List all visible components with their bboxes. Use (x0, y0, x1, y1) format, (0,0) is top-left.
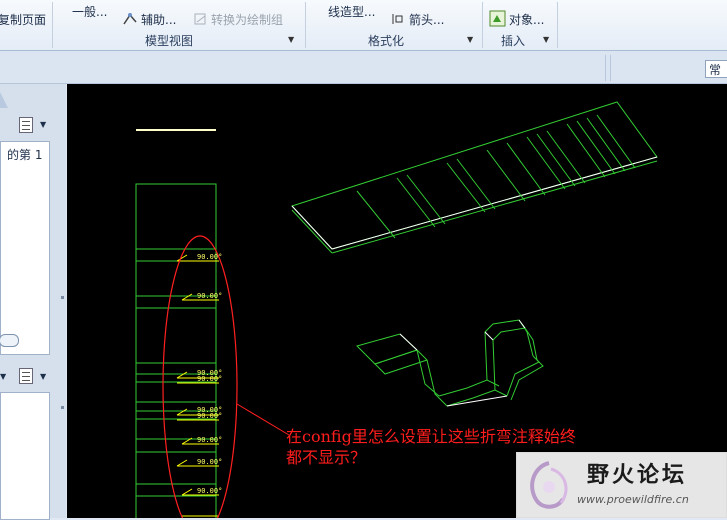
pane-tab-icon (0, 92, 8, 108)
watermark-url: www.proewildfire.cn (577, 493, 689, 506)
left-pane: ▼ 的第 1 ▼ ▼ (0, 84, 66, 520)
isometric-flat-plate (291, 101, 658, 254)
page-label: 的第 1 (7, 148, 43, 162)
convert-draft-group-icon (193, 12, 209, 29)
object-button[interactable]: 对象... (509, 11, 544, 28)
bend-dim-label: 90.00° (197, 487, 222, 495)
convert-draft-group-button[interactable]: 转换为绘制组 (211, 11, 283, 28)
bend-dim-label: 90.00° (197, 412, 222, 420)
layer-panel (0, 392, 50, 520)
splitter-grip[interactable] (61, 406, 64, 409)
bend-dim-label: 90.00° (197, 436, 222, 444)
list-dropdown-icon[interactable]: ▼ (0, 372, 6, 381)
forum-logo-icon (530, 461, 568, 509)
general-button[interactable]: 一般... (72, 3, 107, 20)
print-page-button[interactable]: 复制页面 (0, 11, 46, 28)
horizontal-scrollbar[interactable] (0, 334, 19, 347)
insert-expand-icon[interactable]: ▼ (543, 35, 549, 44)
bend-dim-label: 90.00° (197, 375, 222, 383)
list-dropdown-icon[interactable]: ▼ (40, 120, 46, 129)
ribbon-separator (482, 2, 483, 48)
ribbon-separator (305, 2, 306, 48)
isometric-bent-part (356, 319, 544, 407)
model-tree-panel: 的第 1 (0, 141, 50, 355)
list-view-icon[interactable] (19, 117, 33, 133)
arrow-icon (390, 12, 406, 29)
bend-dimension-labels: 90.00° 90.00° 90.00° 90.00° 90.00° 90.00… (197, 253, 222, 495)
site-watermark: 野火论坛 www.proewildfire.cn (516, 452, 727, 518)
splitter-grip[interactable] (61, 296, 64, 299)
toolbar-strip (0, 51, 727, 84)
format-group-label: 格式化 (368, 34, 405, 48)
model-view-group-label: 模型视图 (145, 34, 194, 48)
strip-divider (605, 55, 606, 81)
bend-dim-label: 90.00° (197, 458, 222, 466)
auxiliary-button[interactable]: 辅助... (141, 11, 176, 28)
format-expand-icon[interactable]: ▼ (467, 35, 473, 44)
ribbon-separator (557, 2, 558, 48)
list-view-icon[interactable] (19, 368, 33, 384)
ribbon-separator (52, 2, 53, 48)
arrow-button[interactable]: 箭头... (409, 11, 444, 28)
callout-line-1: 在config里怎么设置让这些折弯注释始终 (286, 427, 576, 446)
auxiliary-icon (122, 12, 138, 29)
flat-pattern-view (135, 183, 217, 518)
watermark-title: 野火论坛 (587, 463, 688, 488)
insert-group-label: 插入 (501, 34, 526, 48)
callout-leader (236, 403, 290, 436)
bend-dim-label: 90.00° (197, 292, 222, 300)
line-style-button[interactable]: 线造型... (328, 3, 375, 20)
model-view-expand-icon[interactable]: ▼ (288, 35, 294, 44)
object-icon (489, 10, 506, 30)
mode-button[interactable]: 常规 (705, 60, 727, 78)
ribbon: 复制页面 一般... 辅助... 转换为绘制组 模型视图 ▼ 线造型... 箭头… (0, 0, 727, 51)
strip-divider (610, 55, 611, 81)
list-dropdown-icon[interactable]: ▼ (40, 372, 46, 381)
